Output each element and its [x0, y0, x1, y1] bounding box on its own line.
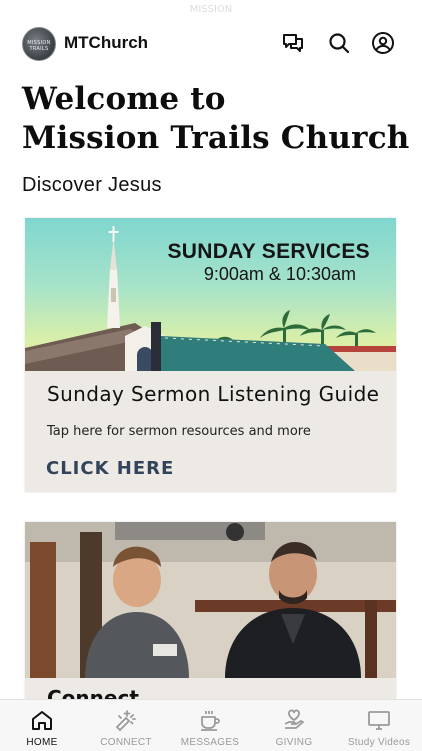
chat-icon[interactable] — [281, 31, 305, 55]
tab-messages[interactable]: MESSAGES — [168, 700, 252, 751]
status-bar: MISSION — [189, 4, 233, 15]
sermon-guide-card[interactable]: SUNDAY SERVICES 9:00am & 10:30am Sunday … — [25, 218, 396, 492]
title-line-1: Welcome to — [22, 81, 226, 117]
connect-photo — [25, 522, 396, 678]
title-line-2: Mission Trails Church — [22, 120, 410, 156]
card-heading: Sunday Sermon Listening Guide — [47, 382, 380, 406]
sparkle-icon — [114, 708, 138, 732]
banner-title: SUNDAY SERVICES — [167, 240, 370, 263]
banner-service-times: 9:00am & 10:30am — [203, 264, 356, 284]
click-here-link[interactable]: CLICK HERE — [46, 458, 174, 479]
top-bar: MISSION TRAILS MTChurch — [0, 22, 422, 66]
tab-label: Study Videos — [347, 737, 411, 748]
logo-text: MISSION TRAILS — [27, 40, 51, 52]
church-logo-avatar[interactable]: MISSION TRAILS — [22, 27, 56, 61]
connect-card[interactable]: Connect — [25, 522, 396, 710]
tab-label: GIVING — [275, 737, 313, 748]
search-icon[interactable] — [327, 31, 351, 55]
tab-label: MESSAGES — [180, 737, 240, 748]
monitor-icon — [367, 708, 391, 732]
page-subtitle: Discover Jesus — [22, 174, 162, 196]
tab-study-videos[interactable]: Study Videos — [336, 700, 422, 751]
heart-hand-icon — [282, 708, 306, 732]
sunday-services-banner: SUNDAY SERVICES 9:00am & 10:30am — [25, 218, 396, 371]
bottom-tab-bar: HOME CONNECT MESSAGES GIVING Study Video… — [0, 699, 422, 751]
tab-home[interactable]: HOME — [0, 700, 84, 751]
tab-label: HOME — [26, 737, 58, 748]
app-name: MTChurch — [64, 33, 149, 52]
tab-giving[interactable]: GIVING — [252, 700, 336, 751]
home-icon — [30, 708, 54, 732]
profile-icon[interactable] — [371, 31, 395, 55]
page-title: Welcome to Mission Trails Church — [22, 80, 412, 158]
tab-label: CONNECT — [100, 737, 152, 748]
two-men-photo — [25, 522, 396, 678]
coffee-cup-icon — [198, 708, 222, 732]
tab-connect[interactable]: CONNECT — [84, 700, 168, 751]
card-description: Tap here for sermon resources and more — [47, 424, 311, 439]
